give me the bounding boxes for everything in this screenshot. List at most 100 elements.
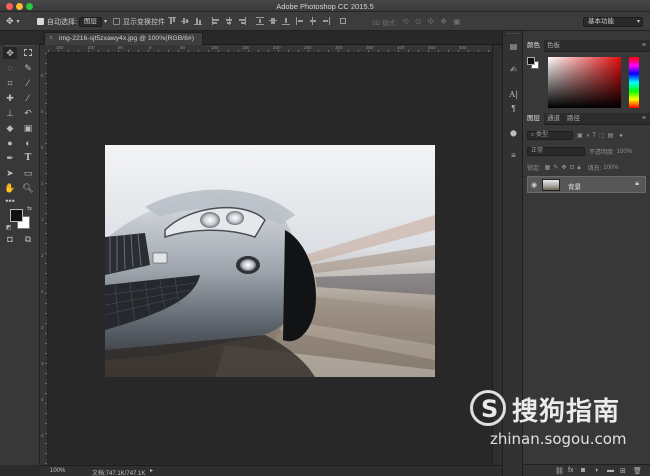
type-tool-icon[interactable]: T [21,152,35,164]
healing-brush-tool-icon[interactable]: ✚ [3,92,17,104]
zoom-level[interactable]: 100% [50,468,65,474]
horizontal-ruler[interactable]: 150 100 50 0 50 100 150 200 250 300 350 400 450 500 [48,45,492,53]
eraser-tool-icon[interactable]: ◆ [3,122,17,134]
rectangle-tool-icon[interactable]: ▭ [21,167,35,179]
3d-roll-icon[interactable]: ⊙ [415,17,428,26]
layer-row[interactable]: ◉ 背景 🔒︎ [527,176,646,193]
brush-tool-icon[interactable]: ∕ [21,92,35,104]
quick-select-tool-icon[interactable]: ✎ [21,62,35,74]
new-group-icon[interactable]: ▬ [607,467,614,474]
align-bottom-icon[interactable] [194,17,202,25]
ruler-tick-label: 400 [397,45,405,50]
ruler-origin[interactable] [40,45,48,53]
default-colors-icon[interactable]: ⇆ [27,205,32,212]
document-image[interactable] [105,145,435,377]
properties-panel-icon[interactable]: ≡ [508,150,519,161]
chevron-down-icon: ▾ [16,19,20,25]
ruler-tick-label: 150 [56,45,64,50]
path-select-tool-icon[interactable]: ➤ [3,167,17,179]
distribute-top-icon[interactable] [256,17,264,25]
dodge-tool-icon[interactable]: ◐ [21,137,35,149]
chevron-right-icon[interactable]: ▸ [150,467,153,474]
crop-tool-icon[interactable]: ⌗ [3,77,17,89]
document-tab[interactable]: × img-2216-sjt5zxawy4x.jpg @ 100%(RGB/8#… [44,32,203,45]
3d-tools-group: ⟲ ⊙ ✣ ❖ ▣ [402,16,467,27]
tab-color[interactable]: 颜色 [523,40,544,52]
show-transform-checkbox[interactable]: 显示变换控件 [113,16,165,27]
3d-panel-icon[interactable]: ⬢ [508,128,519,139]
history-brush-tool-icon[interactable]: ↶ [21,107,35,119]
marquee-tool-icon[interactable] [21,47,35,59]
distribute-left-icon[interactable] [296,17,304,25]
align-left-icon[interactable] [212,17,220,25]
filter-icons[interactable]: ▣◑T⬚▤ [577,132,616,139]
panel-menu-icon[interactable]: ≡ [642,42,646,49]
history-panel-icon[interactable]: ▤ [508,41,519,52]
fill-value[interactable]: 100% [603,165,618,171]
adjustment-layer-icon[interactable]: ◑ [594,467,598,474]
link-layers-icon[interactable]: ⛓ [555,467,564,475]
lock-icons[interactable]: ▦✎✥⊡🔒︎ [545,164,584,172]
color-panel-tabs: 颜色 色板 ≡ [523,40,650,52]
distribute-right-icon[interactable] [322,17,330,25]
fill-label: 填充: [587,166,602,172]
gradient-tool-icon[interactable]: ▣ [21,122,35,134]
opacity-value[interactable]: 100% [617,149,632,155]
brush-presets-icon[interactable]: ✍ [508,64,519,75]
layer-thumbnail [542,179,560,191]
zoom-tool-icon[interactable]: 🔍︎ [21,182,35,194]
panel-menu-icon[interactable]: ≡ [642,115,646,122]
lock-label: 锁定: [527,166,541,172]
lasso-tool-icon[interactable]: ◌ [3,62,17,74]
add-mask-icon[interactable]: ◙ [581,467,585,474]
auto-align-icon[interactable] [340,17,348,25]
more-tools-icon[interactable]: ••• [3,195,17,207]
foreground-color-swatch[interactable] [10,209,23,222]
distribute-vcenter-icon[interactable] [269,17,277,25]
move-tool-preset[interactable]: ✥ ▾ [6,16,20,27]
new-layer-icon[interactable]: ⊞ [620,467,626,475]
character-panel-icon[interactable]: A| [508,89,519,100]
hue-slider[interactable] [629,57,639,108]
eyedropper-tool-icon[interactable]: ⁄ [21,77,35,89]
distribute-bottom-icon[interactable] [282,17,290,25]
layer-filter-select[interactable]: ⌕ 类型 [527,131,573,140]
document-info[interactable]: 文档:747.1K/747.1K [92,468,145,476]
align-right-icon[interactable] [238,17,246,25]
pen-tool-icon[interactable]: ✒ [3,152,17,164]
close-icon[interactable]: × [49,33,53,45]
quick-mask-icon[interactable]: ◘ [3,233,17,245]
paragraph-panel-icon[interactable]: ¶ [508,103,519,114]
move-tool-icon[interactable]: ✥ [3,47,17,59]
tab-channels[interactable]: 通道 [543,113,564,125]
auto-select-target-select[interactable]: 图层 ▾ [79,16,107,27]
3d-scale-icon[interactable]: ▣ [453,17,467,26]
dock-grip[interactable] [507,33,519,34]
filter-toggle-icon[interactable]: ● [619,133,623,139]
align-hcenter-icon[interactable] [225,17,233,25]
blur-tool-icon[interactable]: ● [3,137,17,149]
swap-colors-icon[interactable]: ◩ [6,224,12,231]
hand-tool-icon[interactable]: ✋ [3,182,17,194]
workspace-select[interactable]: 基本功能 ▾ [583,16,643,27]
tab-layers[interactable]: 图层 [523,113,544,125]
blend-row: 正常 不透明度: 100% [527,146,632,157]
3d-pan-icon[interactable]: ✣ [427,17,440,26]
clone-stamp-tool-icon[interactable]: ⊥ [3,107,17,119]
foreground-color-chip[interactable] [527,57,535,65]
fx-icon[interactable]: fx [568,467,573,474]
distribute-hcenter-icon[interactable] [309,17,317,25]
tab-paths[interactable]: 路径 [563,113,584,125]
screen-mode-icon[interactable]: ⧉ [21,233,35,245]
3d-slide-icon[interactable]: ❖ [440,17,453,26]
align-vcenter-icon[interactable] [181,17,189,25]
vertical-ruler[interactable]: 5 0 5 1 1 2 2 3 3 4 4 [40,53,48,465]
align-top-icon[interactable] [168,17,176,25]
color-field[interactable] [548,57,621,108]
eye-icon[interactable]: ◉ [531,181,537,189]
auto-select-checkbox[interactable]: 自动选择: [37,16,77,27]
blend-mode-select[interactable]: 正常 [527,147,585,156]
3d-rotate-icon[interactable]: ⟲ [402,17,415,26]
trash-icon[interactable]: 🗑︎ [633,467,642,475]
tab-swatches[interactable]: 色板 [543,40,564,52]
